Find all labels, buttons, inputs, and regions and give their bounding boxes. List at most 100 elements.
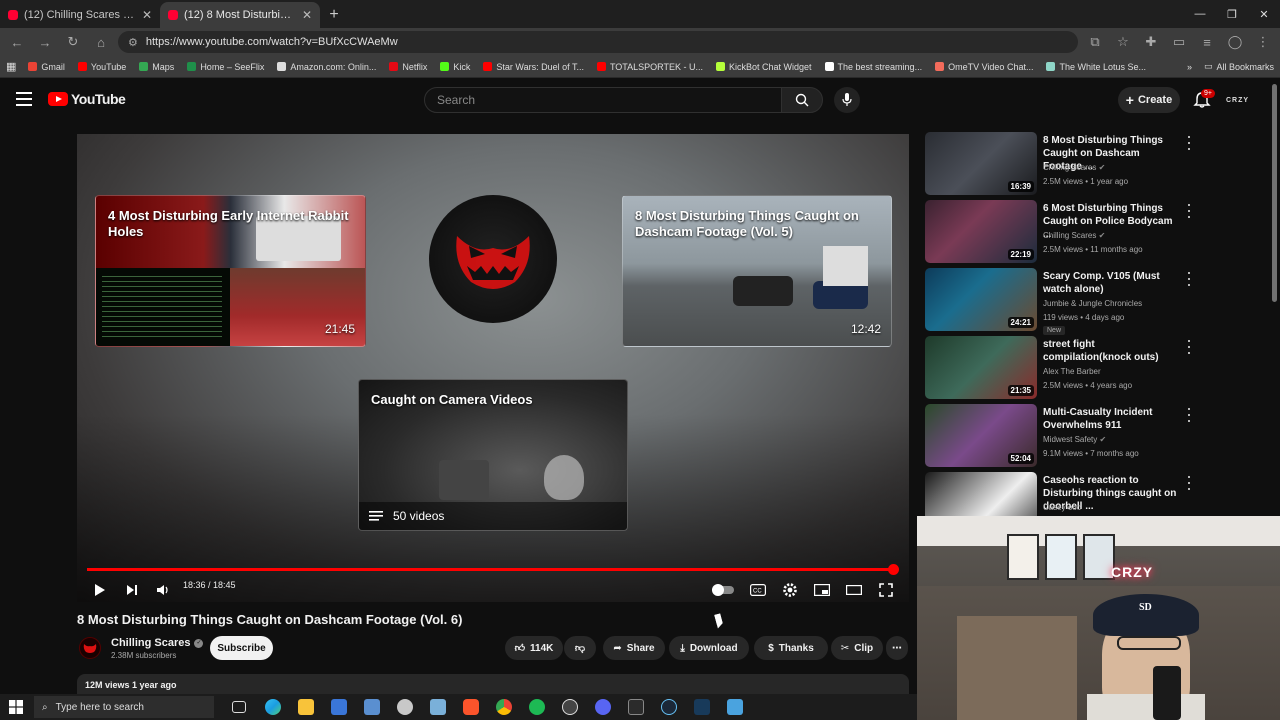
captions-button[interactable]: CC [749,580,767,600]
task-view-icon[interactable] [232,701,246,713]
recommendation-channel[interactable]: Jumbie & Jungle Chronicles [1043,299,1142,308]
extensions-icon[interactable]: ✚ [1140,31,1162,53]
recommendation-item[interactable]: 21:35 street fight compilation(knock outs… [924,336,1264,400]
recommendation-item[interactable]: 16:39 8 Most Disturbing Things Caught on … [924,132,1264,196]
progress-bar[interactable] [87,568,893,571]
bookmark-item[interactable]: The best streaming... [824,62,922,72]
endscreen-channel-subscribe[interactable] [429,195,557,323]
all-bookmarks[interactable]: ▭ All Bookmarks [1204,61,1274,72]
download-button[interactable]: ⤓ Download [669,636,749,660]
share-button[interactable]: ➦ Share [603,636,665,660]
recommendation-item[interactable]: 24:21 Scary Comp. V105 (Must watch alone)… [924,268,1264,335]
page-scrollbar[interactable] [1272,84,1277,302]
spotify-icon[interactable] [529,699,545,715]
description-box[interactable]: 12M views 1 year ago [77,674,909,694]
dislike-button[interactable]: 👎︎ [564,636,596,660]
bookmark-item[interactable]: Home – SeeFlix [187,62,264,72]
more-options-icon[interactable] [1186,340,1192,354]
apps-grid-icon[interactable]: ▦ [6,60,16,73]
browser-tab-1[interactable]: (12) Chilling Scares - YouTube ✕ [0,2,160,28]
recommendation-channel[interactable]: Alex The Barber [1043,367,1101,376]
create-button[interactable]: + Create [1118,87,1180,113]
more-options-icon[interactable] [1186,204,1192,218]
back-icon[interactable]: ← [6,31,28,53]
bookmark-item[interactable]: YouTube [77,62,126,72]
bookmarks-overflow-icon[interactable]: » [1187,62,1192,72]
thanks-button[interactable]: $ Thanks [754,636,828,660]
recommendation-channel[interactable]: Chilling Scares ✔ [1043,231,1105,240]
discord-icon[interactable] [595,699,611,715]
obs-icon[interactable] [562,699,578,715]
video-player[interactable]: 4 Most Disturbing Early Internet Rabbit … [77,134,909,602]
restore-icon[interactable]: ❐ [1216,0,1248,28]
clip-button[interactable]: ✂ Clip [831,636,883,660]
calculator-icon[interactable] [364,699,380,715]
close-window-icon[interactable]: ✕ [1248,0,1280,28]
next-button[interactable] [123,580,141,600]
miniplayer-button[interactable] [813,580,831,600]
menu-icon[interactable]: ⋮ [1252,31,1274,53]
recommendation-title[interactable]: street fight compilation(knock outs) [1043,338,1179,364]
recommendation-thumbnail[interactable]: 52:04 [925,404,1037,467]
bookmark-item[interactable]: Maps [139,62,174,72]
recommendation-item[interactable]: 22:19 6 Most Disturbing Things Caught on … [924,200,1264,264]
recommendation-item[interactable]: 52:04 Multi-Casualty Incident Overwhelms … [924,404,1264,468]
profile-icon[interactable]: ◯ [1224,31,1246,53]
brave-icon[interactable] [463,699,479,715]
endscreen-video-card-1[interactable]: 4 Most Disturbing Early Internet Rabbit … [95,195,366,347]
more-options-icon[interactable] [1186,476,1192,490]
account-avatar[interactable]: CRZY [1226,90,1254,110]
bookmark-item[interactable]: The White Lotus Se... [1046,62,1146,72]
more-options-icon[interactable] [1186,136,1192,150]
recommendation-thumbnail[interactable]: 21:35 [925,336,1037,399]
endscreen-video-card-2[interactable]: 8 Most Disturbing Things Caught on Dashc… [622,195,892,347]
chrome-icon[interactable] [496,699,512,715]
reload-icon[interactable]: ↻ [62,31,84,53]
home-icon[interactable]: ⌂ [90,31,112,53]
play-button[interactable] [91,580,109,600]
install-icon[interactable]: ⧉ [1084,31,1106,53]
file-explorer-icon[interactable] [298,699,314,715]
recommendation-thumbnail[interactable]: 16:39 [925,132,1037,195]
photos-icon[interactable] [727,699,743,715]
endscreen-playlist-card[interactable]: Caught on Camera Videos 50 videos [358,379,628,531]
new-tab-button[interactable]: + [320,2,348,28]
search-button[interactable] [781,87,823,113]
voice-search-button[interactable] [834,87,860,113]
bookmark-item[interactable]: TOTALSPORTEK - U... [596,62,703,72]
app-icon[interactable] [694,699,710,715]
minimize-icon[interactable]: — [1184,0,1216,28]
volume-button[interactable] [154,580,172,600]
recommendation-title[interactable]: Multi-Casualty Incident Overwhelms 911 [1043,406,1179,432]
browser-tab-2[interactable]: (12) 8 Most Disturbing Things C ✕ [160,2,320,28]
channel-avatar[interactable] [79,637,101,659]
media-icon[interactable]: ≡ [1196,31,1218,53]
notepad-icon[interactable] [430,699,446,715]
recommendation-title[interactable]: Scary Comp. V105 (Must watch alone) [1043,270,1179,296]
bookmark-item[interactable]: KickBot Chat Widget [715,62,812,72]
edge-icon[interactable] [265,699,281,715]
taskbar-search[interactable]: ⌕ Type here to search [34,696,214,718]
fullscreen-button[interactable] [877,580,895,600]
autoplay-toggle[interactable] [711,580,735,600]
subscribe-button[interactable]: Subscribe [210,636,273,660]
settings-button[interactable] [781,580,799,600]
more-actions-button[interactable]: ⋯ [886,636,908,660]
steam-icon[interactable] [661,699,677,715]
vscode-icon[interactable] [331,699,347,715]
recommendation-thumbnail[interactable]: 24:21 [925,268,1037,331]
bookmark-item[interactable]: Star Wars: Duel of T... [483,62,584,72]
youtube-logo[interactable]: YouTube [48,91,126,107]
more-options-icon[interactable] [1186,408,1192,422]
windows-start-icon[interactable] [9,700,23,714]
bookmark-item[interactable]: OmeTV Video Chat... [935,62,1033,72]
close-tab-icon[interactable]: ✕ [142,8,152,22]
bookmark-item[interactable]: Gmail [28,62,65,72]
bookmark-item[interactable]: Amazon.com: Onlin... [277,62,376,72]
theater-mode-button[interactable] [845,580,863,600]
search-input[interactable]: Search [424,87,782,113]
like-button[interactable]: 👍︎ 114K [505,636,563,660]
close-tab-icon[interactable]: ✕ [302,8,312,22]
more-options-icon[interactable] [1186,272,1192,286]
channel-name[interactable]: Chilling Scares ✓ [111,637,204,649]
